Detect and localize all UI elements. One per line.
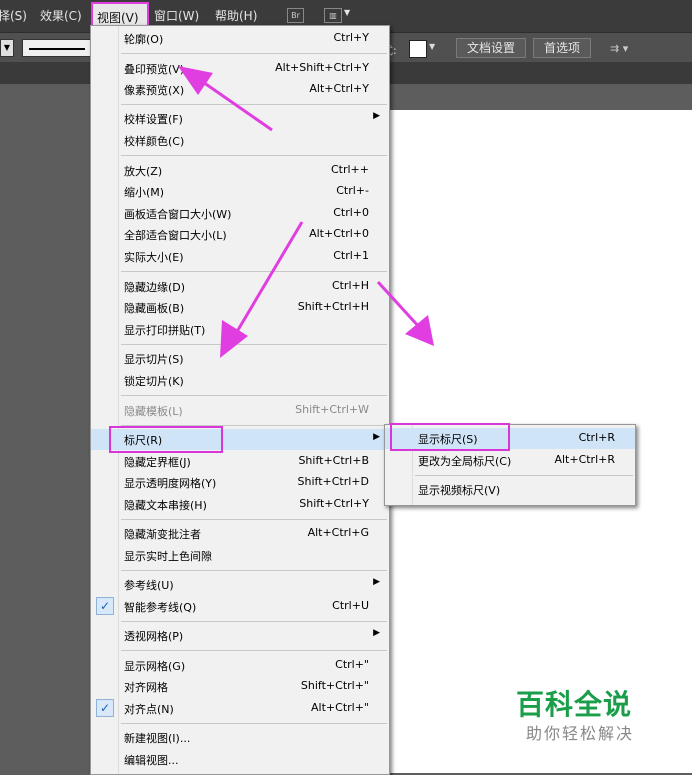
watermark-title: 百科全说: [516, 688, 633, 721]
arrow-head-3: [405, 315, 434, 346]
arrow-line-3: [376, 280, 422, 330]
arrow-head-2: [220, 320, 248, 358]
arrow-head-1: [178, 66, 213, 95]
annotation-arrows: [178, 66, 434, 358]
arrow-line-2: [233, 221, 304, 336]
watermark-subtitle: 助你轻松解决: [526, 724, 635, 743]
arrow-line-1: [199, 78, 273, 132]
